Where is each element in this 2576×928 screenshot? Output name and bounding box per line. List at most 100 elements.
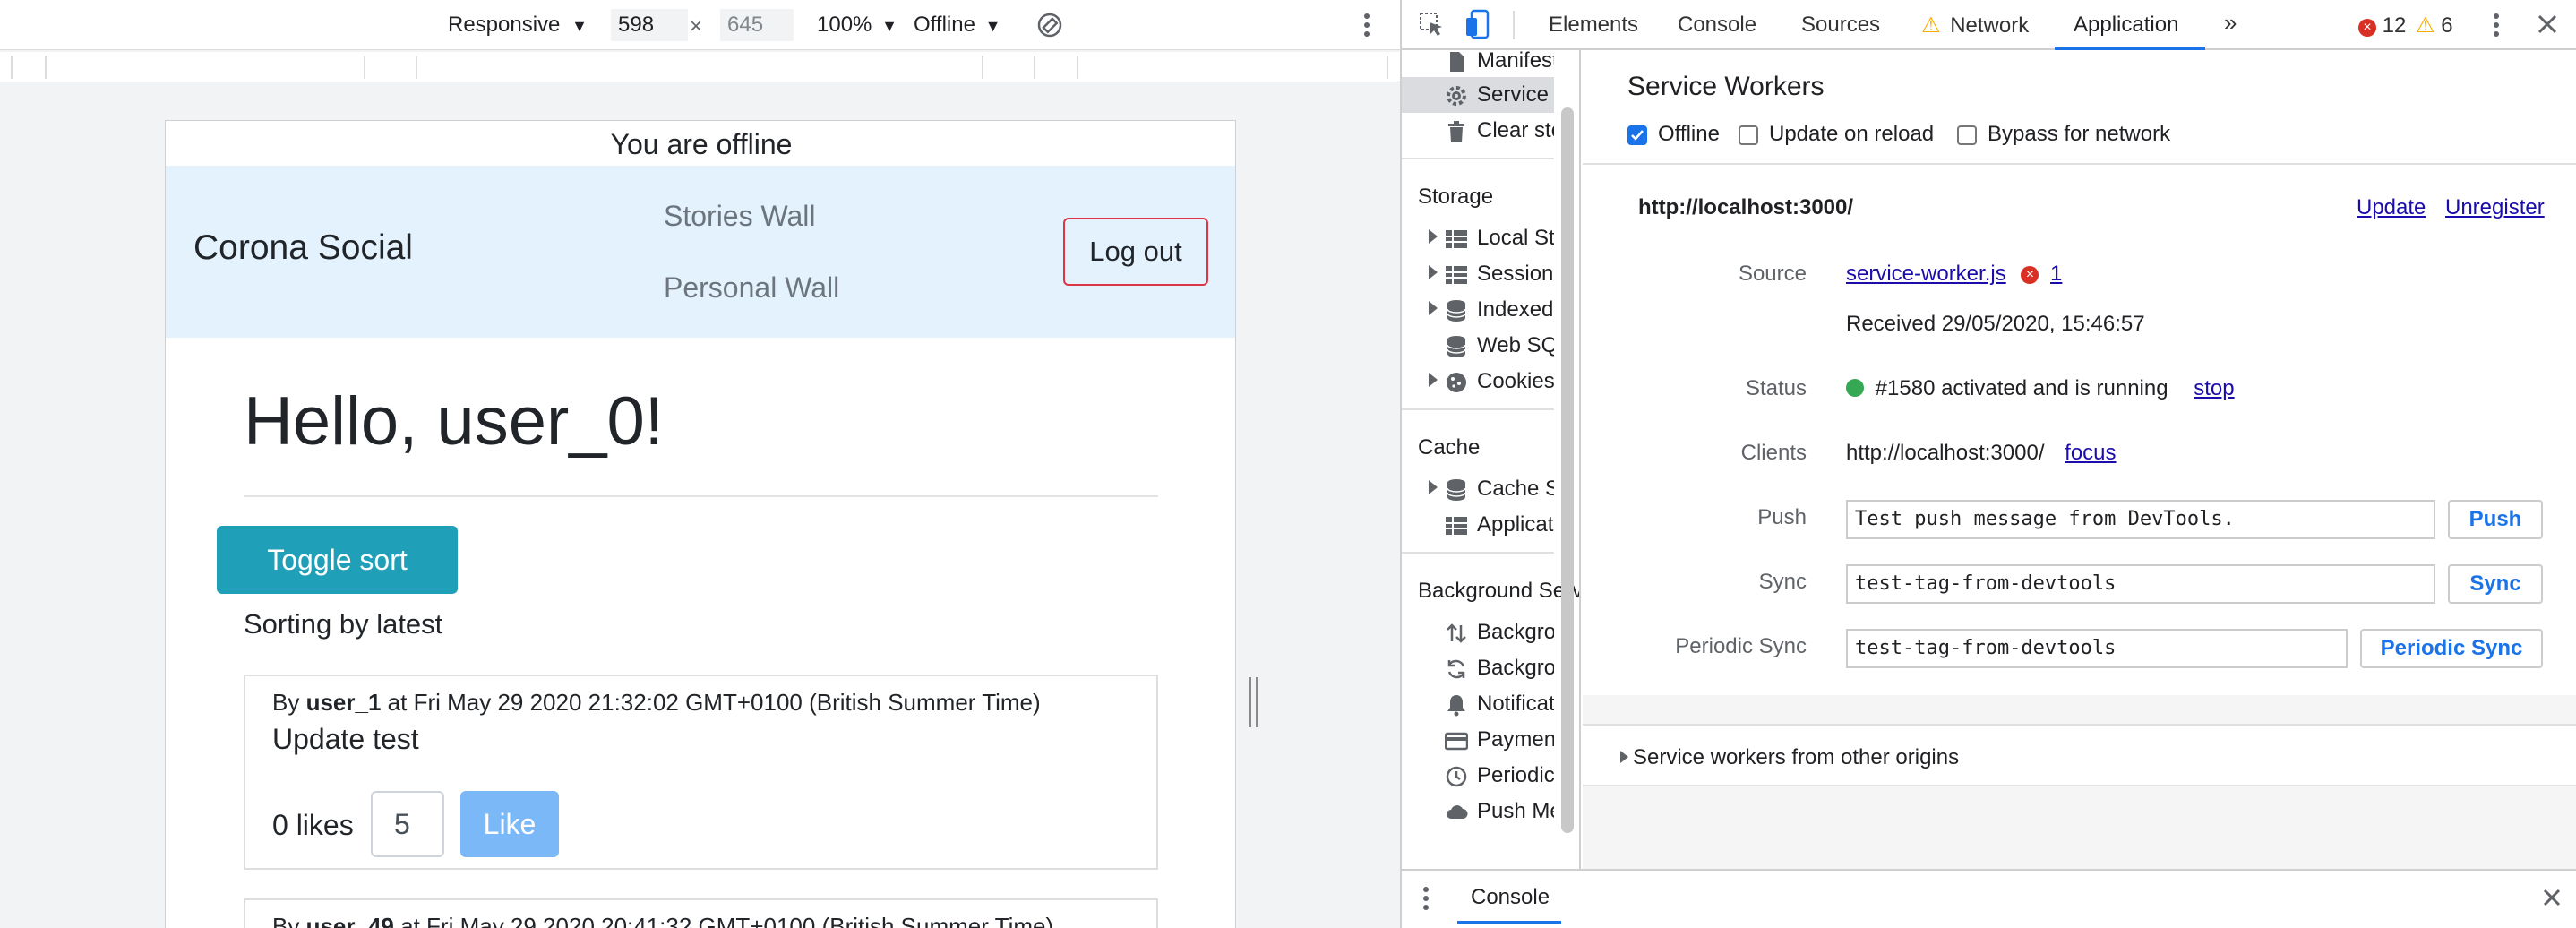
- sidebar-item-cookies[interactable]: Cookies: [1402, 364, 1554, 400]
- error-counter[interactable]: × 12 ⚠ 6: [2358, 13, 2453, 39]
- caret-down-icon: ▼: [881, 17, 897, 35]
- sync-label: Sync: [1758, 570, 1807, 594]
- database-icon: [1445, 335, 1468, 358]
- device-emulation-pane: Responsive ▼ 598 × 645 100% ▼ Offline ▼ …: [0, 0, 1400, 928]
- push-button[interactable]: Push: [2448, 500, 2543, 539]
- status-label: Status: [1745, 376, 1807, 400]
- viewport-resize-handle[interactable]: [1248, 677, 1260, 727]
- active-tab-indicator: [1457, 921, 1561, 924]
- like-button[interactable]: Like: [460, 791, 559, 857]
- drawer-tab-console[interactable]: Console: [1471, 885, 1550, 910]
- tab-console[interactable]: Console: [1678, 13, 1756, 38]
- sidebar-item-manifest[interactable]: Manifest: [1402, 50, 1554, 79]
- sidebar-item-web-sql[interactable]: Web SQL: [1402, 328, 1554, 364]
- nav-personal-wall[interactable]: Personal Wall: [664, 271, 839, 305]
- inspect-element-icon[interactable]: [1418, 11, 1445, 38]
- sidebar-section-cache: Cache: [1418, 435, 1481, 460]
- cloud-icon: [1445, 801, 1468, 824]
- device-select[interactable]: Responsive ▼: [448, 13, 588, 38]
- devtools-panel: Elements Console Sources ⚠ Network Appli…: [1400, 0, 2576, 928]
- sw-origin: http://localhost:3000/: [1638, 195, 1854, 219]
- logout-button[interactable]: Log out: [1063, 218, 1208, 286]
- width-input[interactable]: 598: [611, 9, 688, 41]
- sidebar-item-notifications[interactable]: Notifications: [1402, 686, 1554, 722]
- stop-link[interactable]: stop: [2194, 376, 2234, 400]
- like-amount-input[interactable]: 5: [371, 791, 444, 857]
- trash-icon: [1445, 120, 1468, 143]
- more-options-icon[interactable]: [1361, 11, 1372, 39]
- source-file-link[interactable]: service-worker.js: [1846, 262, 2006, 286]
- brand-logo[interactable]: Corona Social: [193, 228, 413, 268]
- more-tabs-icon[interactable]: »: [2224, 9, 2237, 37]
- device-toolbar: Responsive ▼ 598 × 645 100% ▼ Offline ▼: [0, 0, 1400, 50]
- sidebar-item-session-storage[interactable]: Session Storage: [1402, 256, 1554, 292]
- expand-arrow-icon[interactable]: [1429, 373, 1438, 387]
- grid-icon: [1445, 228, 1468, 251]
- pane-title: Service Workers: [1627, 72, 1825, 101]
- expand-arrow-icon[interactable]: [1429, 229, 1438, 244]
- source-errors-link[interactable]: 1: [2050, 262, 2062, 286]
- push-input[interactable]: Test push message from DevTools.: [1846, 500, 2435, 539]
- devtools-menu-icon[interactable]: [2491, 11, 2502, 39]
- zoom-select[interactable]: 100% ▼: [817, 13, 897, 38]
- expand-arrow-icon[interactable]: [1429, 301, 1438, 315]
- nav-stories-wall[interactable]: Stories Wall: [664, 200, 816, 233]
- device-toggle-icon[interactable]: [1464, 9, 1491, 39]
- expand-arrow-icon[interactable]: [1429, 480, 1438, 494]
- gear-icon: [1445, 84, 1468, 107]
- sidebar-item-periodic-background-sync[interactable]: Periodic Background Sync: [1402, 758, 1554, 794]
- sidebar-item-application-cache[interactable]: Application Cache: [1402, 507, 1554, 543]
- post-author[interactable]: user_49: [306, 913, 394, 928]
- periodic-sync-input[interactable]: test-tag-from-devtools: [1846, 629, 2348, 668]
- navbar: Corona Social Stories Wall Personal Wall…: [166, 166, 1235, 338]
- other-origins-toggle[interactable]: Service workers from other origins: [1583, 724, 2576, 786]
- likes-count: 0 likes: [272, 809, 354, 841]
- sidebar-item-cache-storage[interactable]: Cache Storage: [1402, 471, 1554, 507]
- sidebar-item-service-workers[interactable]: Service Workers: [1402, 77, 1554, 113]
- error-icon: ×: [2358, 19, 2376, 37]
- media-query-ruler[interactable]: [0, 52, 1400, 82]
- sidebar-item-payment-handler[interactable]: Payment Handler: [1402, 722, 1554, 758]
- tab-network[interactable]: ⚠ Network: [1921, 13, 2029, 39]
- sort-label: Sorting by latest: [244, 608, 443, 640]
- close-devtools-icon[interactable]: [2536, 13, 2559, 36]
- checkbox-unchecked-icon: [1739, 125, 1758, 145]
- sidebar-item-push-messaging[interactable]: Push Messaging: [1402, 794, 1554, 829]
- tab-sources[interactable]: Sources: [1801, 13, 1880, 38]
- checkbox-unchecked-icon: [1957, 125, 1977, 145]
- database-icon: [1445, 299, 1468, 322]
- sidebar-item-background-sync[interactable]: Background Sync: [1402, 650, 1554, 686]
- sync-button[interactable]: Sync: [2448, 564, 2543, 604]
- unregister-link[interactable]: Unregister: [2445, 195, 2545, 220]
- tab-application[interactable]: Application: [2074, 13, 2178, 38]
- focus-link[interactable]: focus: [2065, 441, 2116, 465]
- grid-icon: [1445, 514, 1468, 537]
- sidebar-item-indexeddb[interactable]: IndexedDB: [1402, 292, 1554, 328]
- tab-elements[interactable]: Elements: [1549, 13, 1638, 38]
- height-input[interactable]: 645: [720, 9, 794, 41]
- service-workers-pane: Service Workers Offline Update on reload…: [1583, 50, 2576, 869]
- error-icon: ×: [2021, 266, 2039, 284]
- close-drawer-icon[interactable]: [2541, 887, 2563, 908]
- throttling-select[interactable]: Offline ▼: [914, 13, 1000, 38]
- divider: [1583, 163, 2576, 165]
- sync-input[interactable]: test-tag-from-devtools: [1846, 564, 2435, 604]
- drawer-menu-icon[interactable]: [1421, 885, 1430, 912]
- post-author[interactable]: user_1: [306, 689, 382, 716]
- emulated-viewport: You are offline Corona Social Stories Wa…: [165, 120, 1236, 928]
- sidebar-item-background-fetch[interactable]: Background Fetch: [1402, 614, 1554, 650]
- rotate-icon[interactable]: [1035, 11, 1064, 39]
- update-link[interactable]: Update: [2357, 195, 2426, 220]
- expand-arrow-icon[interactable]: [1429, 265, 1438, 279]
- times-sign: ×: [690, 14, 703, 39]
- divider: [244, 495, 1158, 497]
- post-meta: By user_49 at Fri May 29 2020 20:41:32 G…: [272, 913, 1053, 928]
- periodic-sync-button[interactable]: Periodic Sync: [2360, 629, 2543, 668]
- devtools-tabbar: Elements Console Sources ⚠ Network Appli…: [1402, 0, 2576, 50]
- source-label: Source: [1738, 262, 1807, 286]
- toggle-sort-button[interactable]: Toggle sort: [217, 526, 458, 594]
- periodic-sync-label: Periodic Sync: [1675, 634, 1807, 658]
- sidebar-item-clear-storage[interactable]: Clear storage: [1402, 113, 1554, 149]
- sidebar-item-local-storage[interactable]: Local Storage: [1402, 220, 1554, 256]
- sidebar-scrollbar[interactable]: [1561, 107, 1574, 833]
